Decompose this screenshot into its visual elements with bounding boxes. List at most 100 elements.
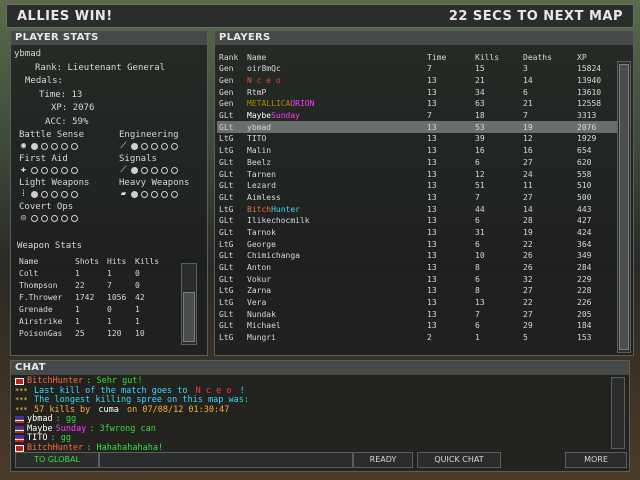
- player-row[interactable]: LtG TITO 13 39 12 1929: [217, 133, 617, 145]
- column-header: Deaths: [523, 52, 552, 62]
- skill-signals-medals: ⟋: [119, 166, 178, 175]
- player-row[interactable]: Gen METALLICAORION 13 63 21 12558: [217, 98, 617, 110]
- medal-slot: [171, 191, 178, 198]
- player-row[interactable]: LtG BitchHunter 13 44 14 443: [217, 203, 617, 215]
- player-name: Vera: [247, 298, 267, 308]
- player-row[interactable]: Gen N c e o 13 21 14 13940: [217, 75, 617, 87]
- player-xp: 205: [577, 309, 592, 319]
- player-rank: LtG: [219, 239, 234, 249]
- more-button[interactable]: MORE: [565, 452, 627, 468]
- player-deaths: 14: [523, 204, 533, 214]
- player-row[interactable]: GLt Ilikechocmilk 13 6 28 427: [217, 215, 617, 227]
- player-xp: 13610: [577, 87, 602, 97]
- player-row[interactable]: GLt Lezard 13 51 11 510: [217, 180, 617, 192]
- player-row[interactable]: GLt MaybeSunday 7 18 7 3313: [217, 110, 617, 122]
- player-row[interactable]: GLt Nundak 13 7 27 205: [217, 308, 617, 320]
- medal-slot: [161, 191, 168, 198]
- chat-scrollbar[interactable]: [611, 377, 625, 449]
- bullet-icon: ⁞: [22, 189, 25, 199]
- player-xp: 500: [577, 192, 592, 202]
- player-row[interactable]: LtG Malin 13 16 16 654: [217, 145, 617, 157]
- ready-button[interactable]: READY: [353, 452, 413, 468]
- player-kills: 15: [475, 64, 485, 74]
- player-name: Michael: [247, 321, 281, 331]
- medal-slot: [141, 143, 148, 150]
- chat-log: BitchHunter: Sehr gut! *** Last kill of th…: [15, 376, 249, 453]
- server-stars-icon: ***: [15, 386, 28, 395]
- player-name: BitchHunter: [247, 204, 300, 214]
- skill-heavy-weapons-medals: ▰: [119, 190, 178, 199]
- player-xp: 226: [577, 298, 592, 308]
- player-name: METALLICAORION: [247, 99, 315, 109]
- to-global-button[interactable]: TO GLOBAL: [15, 452, 99, 468]
- player-xp: 228: [577, 286, 592, 296]
- player-xp: 427: [577, 216, 592, 226]
- player-time: 13: [427, 298, 437, 308]
- rank-label: Rank:: [35, 63, 63, 73]
- player-row[interactable]: GLt Vokur 13 6 32 229: [217, 273, 617, 285]
- player-xp: 349: [577, 251, 592, 261]
- player-row[interactable]: GLt Michael 13 6 29 184: [217, 320, 617, 332]
- medal-slot: [41, 143, 48, 150]
- player-xp: 364: [577, 239, 592, 249]
- player-row[interactable]: Gen RtmP 13 34 6 13610: [217, 86, 617, 98]
- weapon-stats-scrollbar[interactable]: [181, 263, 197, 345]
- player-deaths: 29: [523, 321, 533, 331]
- time-label: Time:: [39, 90, 67, 100]
- player-name: Mungri: [247, 333, 276, 343]
- gun-icon: ▰: [120, 189, 127, 199]
- player-kills: 6: [475, 321, 480, 331]
- skill-light-weapons-medals: ⁞: [19, 190, 78, 199]
- player-kills: 31: [475, 227, 485, 237]
- player-deaths: 27: [523, 157, 533, 167]
- player-row[interactable]: LtG Mungri 2 1 5 153: [217, 332, 617, 344]
- table-row: Airstrike 1 1 1: [19, 316, 140, 326]
- player-time: 13: [427, 263, 437, 273]
- player-name: George: [247, 239, 276, 249]
- player-row[interactable]: GLt Beelz 13 6 27 620: [217, 157, 617, 169]
- skill-covert-ops-medals: ◎: [19, 214, 78, 223]
- player-xp: 229: [577, 274, 592, 284]
- player-row[interactable]: GLt ybmad 13 53 19 2076: [217, 121, 617, 134]
- player-row[interactable]: GLt Chimichanga 13 10 26 349: [217, 250, 617, 262]
- player-row[interactable]: GLt Anton 13 8 26 284: [217, 262, 617, 274]
- players-scroll-thumb[interactable]: [619, 64, 629, 350]
- player-row[interactable]: LtG George 13 6 22 364: [217, 238, 617, 250]
- players-scrollbar[interactable]: [617, 61, 631, 353]
- players-header: PLAYERS: [215, 31, 633, 45]
- player-name: Anton: [247, 263, 272, 273]
- skill-heavy-weapons-label: Heavy Weapons: [119, 178, 190, 188]
- player-name: ybmad: [14, 49, 42, 59]
- player-rank: GLt: [219, 169, 234, 179]
- player-time: 13: [427, 321, 437, 331]
- player-rank: Gen: [219, 76, 234, 86]
- player-deaths: 21: [523, 99, 533, 109]
- player-xp: 510: [577, 181, 592, 191]
- quick-chat-button[interactable]: QUICK CHAT: [417, 452, 501, 468]
- player-rank: GLt: [219, 263, 234, 273]
- xp-label: XP:: [51, 103, 68, 113]
- table-row: PoisonGas 25 120 10: [19, 328, 145, 338]
- player-row[interactable]: LtG Vera 13 13 22 226: [217, 297, 617, 309]
- player-kills: 6: [475, 274, 480, 284]
- player-row[interactable]: GLt Aimless 13 7 27 500: [217, 192, 617, 204]
- player-row[interactable]: LtG Zarna 13 8 27 228: [217, 285, 617, 297]
- player-row[interactable]: GLt Tarnen 13 12 24 558: [217, 168, 617, 180]
- chat-panel: CHAT BitchHunter: Sehr gut! *** Last kill …: [10, 360, 630, 472]
- player-rank: GLt: [219, 216, 234, 226]
- medal-slot: [131, 191, 138, 198]
- weapon-stats-title: Weapon Stats: [17, 241, 83, 251]
- skill-light-weapons-label: Light Weapons: [19, 178, 90, 188]
- player-row[interactable]: GLt Tarnok 13 31 19 424: [217, 227, 617, 239]
- player-time: 13: [427, 309, 437, 319]
- player-row[interactable]: Gen oir8mQc 7 15 3 15824: [217, 63, 617, 75]
- player-rank: LtG: [219, 286, 234, 296]
- player-kills: 12: [475, 169, 485, 179]
- weapon-stats-scroll-thumb[interactable]: [183, 292, 195, 342]
- player-deaths: 32: [523, 274, 533, 284]
- player-rank: GLt: [219, 111, 234, 121]
- player-kills: 21: [475, 76, 485, 86]
- medal-slot: [141, 191, 148, 198]
- player-kills: 39: [475, 134, 485, 144]
- chat-input[interactable]: [99, 452, 353, 468]
